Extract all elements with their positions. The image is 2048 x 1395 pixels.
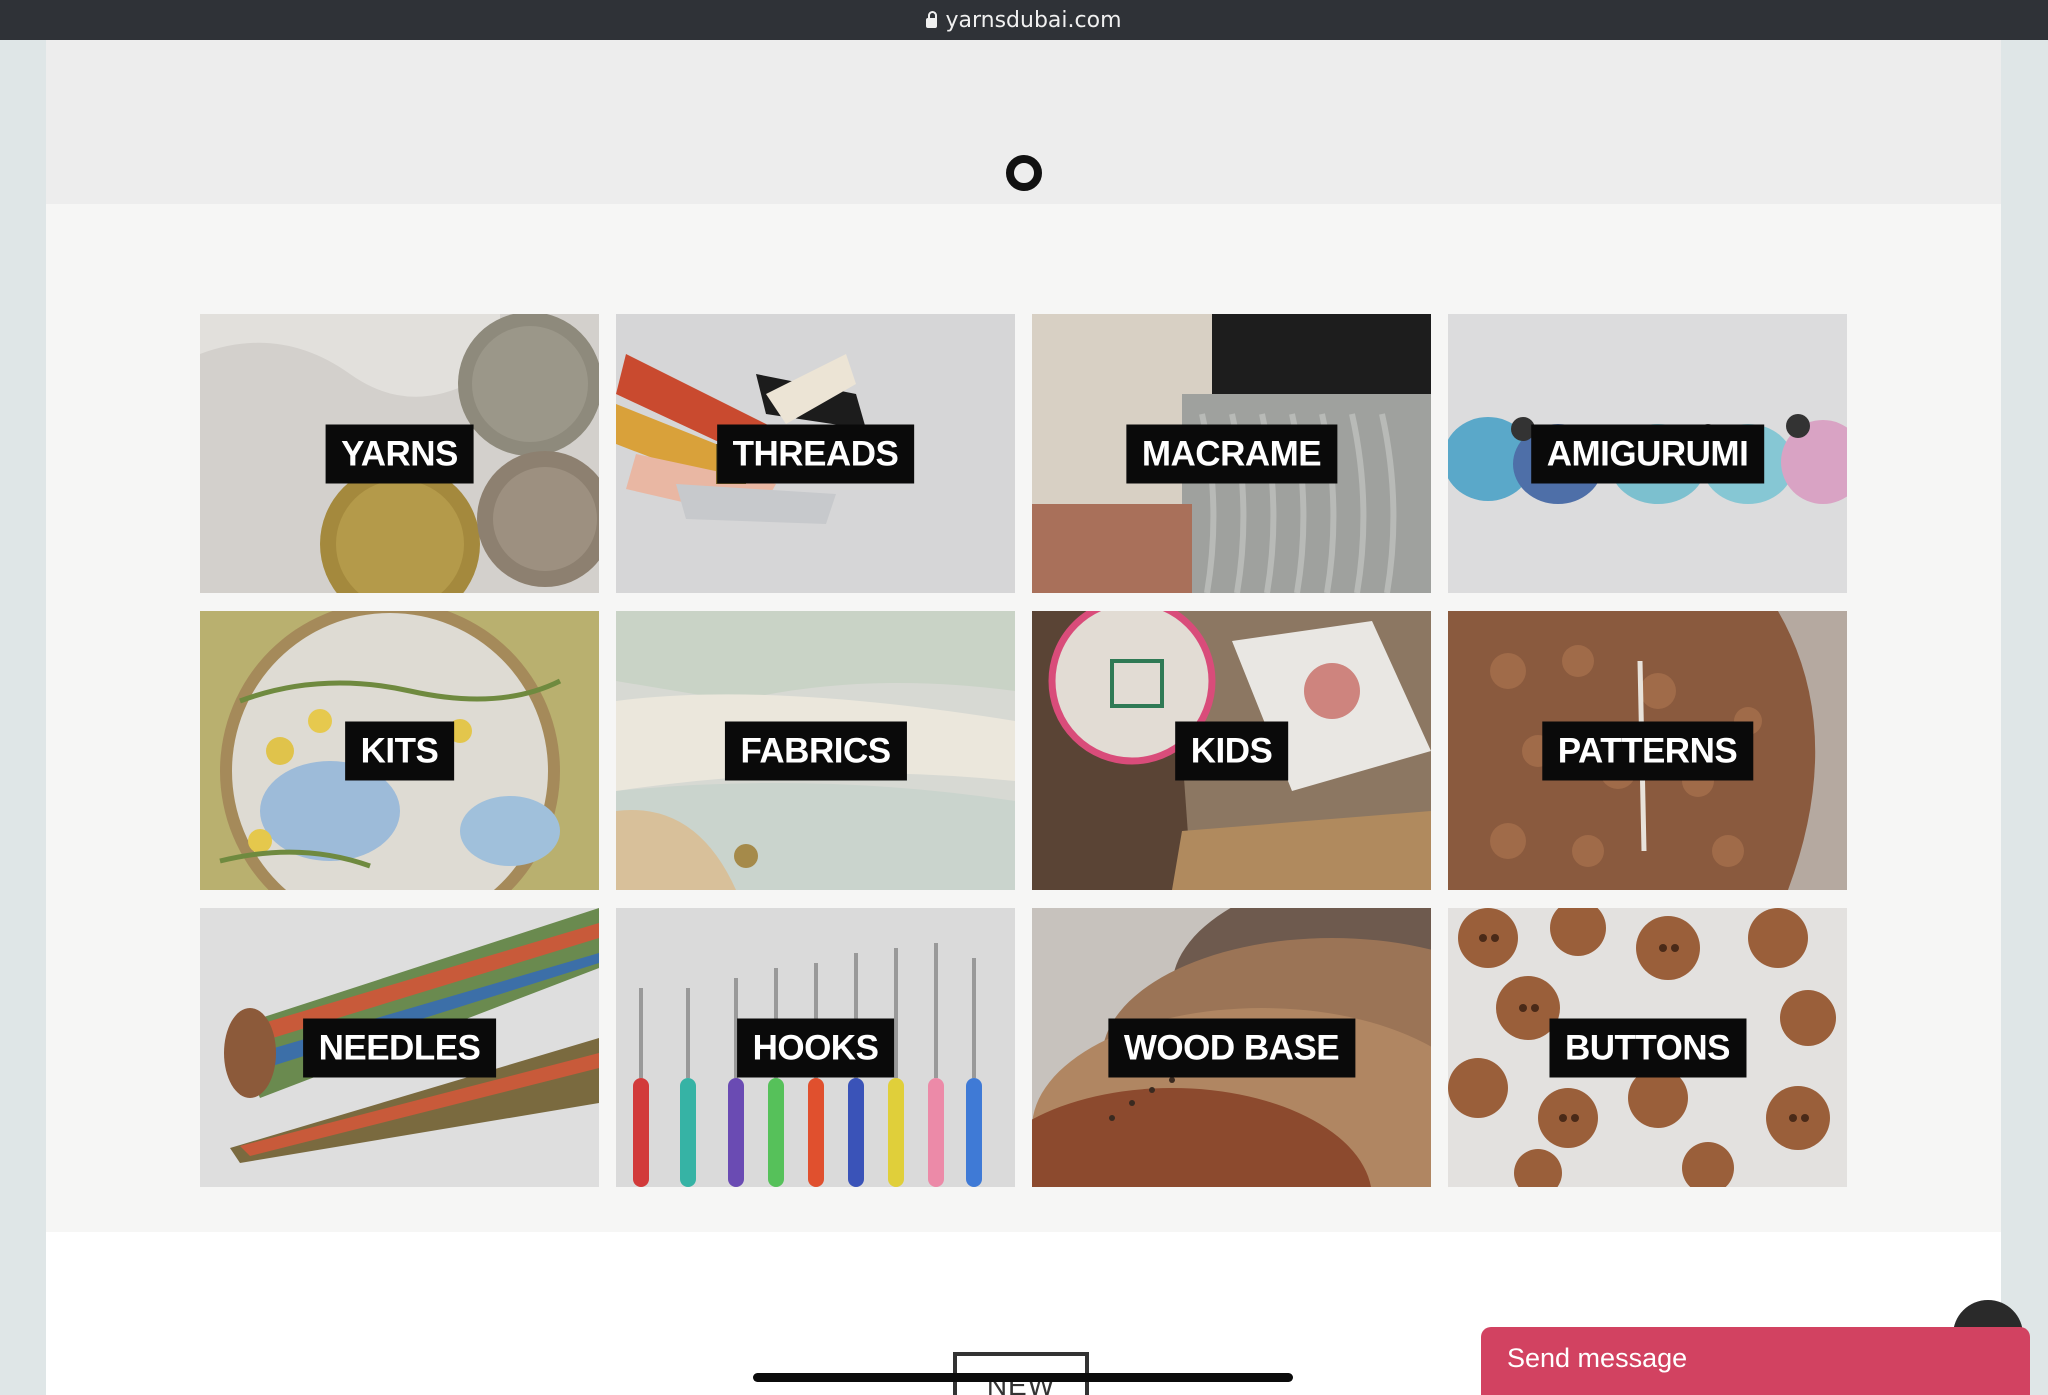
- category-label: MACRAME: [1125, 424, 1338, 483]
- lock-icon: [926, 11, 938, 28]
- category-tile-needles[interactable]: NEEDLES: [200, 908, 599, 1187]
- category-tile-patterns[interactable]: PATTERNS: [1448, 611, 1847, 890]
- category-tile-macrame[interactable]: MACRAME: [1032, 314, 1431, 593]
- category-label: PATTERNS: [1541, 721, 1754, 780]
- category-tile-fabrics[interactable]: FABRICS: [616, 611, 1015, 890]
- category-tile-amigurumi[interactable]: AMIGURUMI: [1448, 314, 1847, 593]
- send-message-button[interactable]: Send message: [1481, 1327, 2030, 1395]
- category-label: KITS: [344, 721, 455, 780]
- page-content: YARNS THREADS MACRAME AMIGURUMI KITS FAB…: [46, 40, 2001, 1395]
- loading-spinner-icon: [1006, 155, 1042, 191]
- category-label: WOOD BASE: [1107, 1018, 1356, 1077]
- category-tile-kids[interactable]: KIDS: [1032, 611, 1431, 890]
- category-tile-buttons[interactable]: BUTTONS: [1448, 908, 1847, 1187]
- category-tile-yarns[interactable]: YARNS: [200, 314, 599, 593]
- category-label: HOOKS: [736, 1018, 895, 1077]
- home-indicator[interactable]: [753, 1373, 1293, 1382]
- category-tile-hooks[interactable]: HOOKS: [616, 908, 1015, 1187]
- category-label: FABRICS: [724, 721, 907, 780]
- send-message-label: Send message: [1507, 1343, 1688, 1373]
- category-label: KIDS: [1174, 721, 1289, 780]
- category-label: THREADS: [716, 424, 915, 483]
- category-tile-wood-base[interactable]: WOOD BASE: [1032, 908, 1431, 1187]
- category-label: YARNS: [325, 424, 474, 483]
- category-label: AMIGURUMI: [1530, 424, 1765, 483]
- url-text[interactable]: yarnsdubai.com: [945, 8, 1121, 33]
- category-label: BUTTONS: [1548, 1018, 1747, 1077]
- category-tile-threads[interactable]: THREADS: [616, 314, 1015, 593]
- category-label: NEEDLES: [302, 1018, 497, 1077]
- browser-url-bar[interactable]: yarnsdubai.com: [0, 0, 2048, 40]
- header-band: [46, 40, 2001, 204]
- category-tile-kits[interactable]: KITS: [200, 611, 599, 890]
- category-grid: YARNS THREADS MACRAME AMIGURUMI KITS FAB…: [46, 204, 2001, 1232]
